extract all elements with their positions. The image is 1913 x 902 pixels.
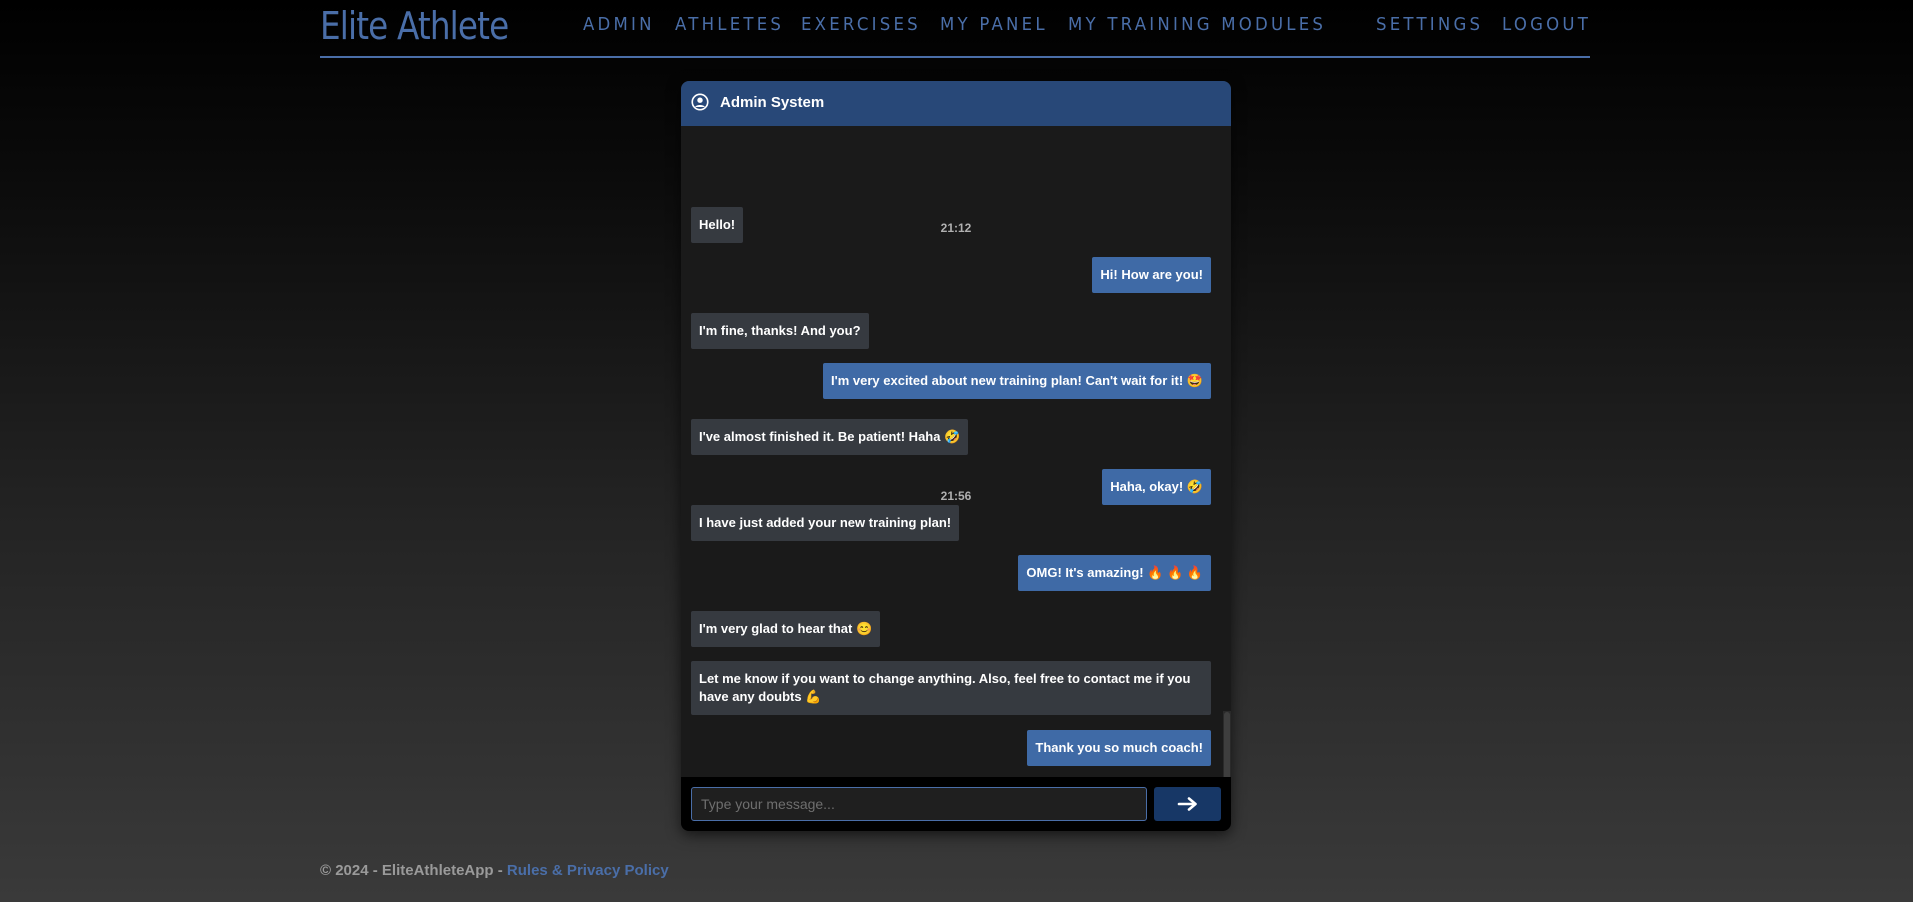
send-button[interactable] xyxy=(1154,787,1221,821)
chat-input-bar xyxy=(681,777,1231,831)
message-incoming: Hello! xyxy=(691,207,744,243)
nav-admin[interactable]: ADMIN xyxy=(583,14,655,35)
chat-title: Admin System xyxy=(720,94,825,111)
message-incoming: I've almost finished it. Be patient! Hah… xyxy=(691,419,969,455)
chat-header: Admin System xyxy=(681,81,1231,126)
nav-exercises[interactable]: EXERCISES xyxy=(801,14,921,35)
timestamp: 21:12 xyxy=(940,221,972,235)
arrow-right-icon xyxy=(1177,797,1197,811)
privacy-policy-link[interactable]: Rules & Privacy Policy xyxy=(507,862,669,879)
page-footer: © 2024 - EliteAthleteApp - Rules & Priva… xyxy=(320,862,669,879)
chat-window: Admin System 21:12 Hello! Hi! How are yo… xyxy=(681,81,1231,831)
copyright-text: © 2024 - EliteAthleteApp - xyxy=(320,862,507,879)
message-outgoing: Hi! How are you! xyxy=(1092,257,1211,293)
message-incoming: Let me know if you want to change anythi… xyxy=(691,661,1211,715)
nav-my-panel[interactable]: MY PANEL xyxy=(940,14,1048,35)
top-navigation: Elite Athlete ADMIN ATHLETES EXERCISES M… xyxy=(320,0,1590,58)
nav-settings[interactable]: SETTINGS xyxy=(1376,14,1483,35)
message-incoming: I'm fine, thanks! And you? xyxy=(691,313,869,349)
message-incoming: I have just added your new training plan… xyxy=(691,505,960,541)
message-outgoing: Thank you so much coach! xyxy=(1027,730,1211,766)
message-input[interactable] xyxy=(691,787,1147,821)
message-list[interactable]: 21:12 Hello! Hi! How are you! I'm fine, … xyxy=(681,126,1231,831)
message-outgoing: OMG! It's amazing! 🔥 🔥 🔥 xyxy=(1018,555,1211,591)
brand-logo[interactable]: Elite Athlete xyxy=(320,4,509,48)
message-incoming: I'm very glad to hear that 😊 xyxy=(691,611,881,647)
message-outgoing: I'm very excited about new training plan… xyxy=(823,363,1211,399)
nav-logout[interactable]: LOGOUT xyxy=(1502,14,1591,35)
timestamp: 21:56 xyxy=(940,489,972,503)
nav-my-training-modules[interactable]: MY TRAINING MODULES xyxy=(1068,14,1326,35)
nav-athletes[interactable]: ATHLETES xyxy=(675,14,784,35)
user-circle-icon xyxy=(691,93,709,111)
